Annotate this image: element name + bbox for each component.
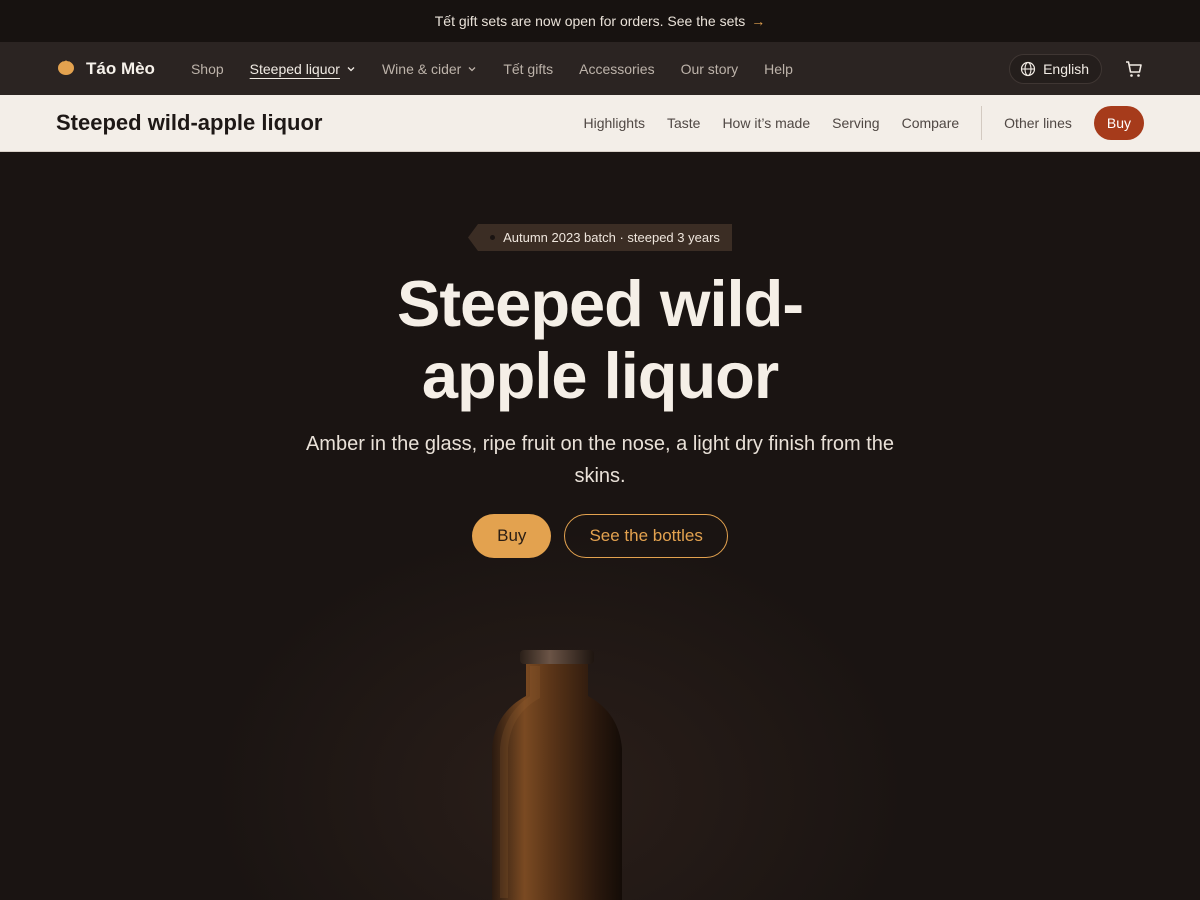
batch-tag: Autumn 2023 batch · steeped 3 years [468,224,732,251]
nav-help[interactable]: Help [764,61,793,77]
chevron-down-icon [468,66,476,71]
hero-cta-row: Buy See the bottles [0,514,1200,558]
see-bottles-button[interactable]: See the bottles [564,514,728,558]
local-nav-how-its-made[interactable]: How it’s made [722,115,810,131]
nav-steeped-liquor[interactable]: Steeped liquor [250,61,356,77]
product-title: Steeped wild-apple liquor [56,110,323,135]
language-button[interactable]: English [1009,53,1102,84]
announcement-bar[interactable]: Tết gift sets are now open for orders. S… [0,0,1200,42]
tag-hole-icon [490,235,496,240]
local-nav-divider [981,106,983,140]
nav-shop[interactable]: Shop [191,61,224,77]
cart-button[interactable] [1124,59,1144,79]
announcement-text[interactable]: Tết gift sets are now open for orders. S… [435,13,746,29]
other-lines-link[interactable]: Other lines [1004,115,1072,131]
product-local-nav: Steeped wild-apple liquor Highlights Tas… [0,95,1200,152]
nav-our-story[interactable]: Our story [681,61,739,77]
nav-tet-gifts[interactable]: Tết gifts [503,61,553,77]
chevron-down-icon [347,66,355,71]
nav-steeped-liquor-label: Steeped liquor [249,60,340,77]
hero-subtitle: Amber in the glass, ripe fruit on the no… [305,433,895,487]
nav-accessories[interactable]: Accessories [579,61,654,77]
hero-title-line-1: Steeped wild- [397,267,804,340]
local-nav-compare[interactable]: Compare [902,115,960,131]
bottle-image [470,648,650,900]
cart-icon [1126,60,1142,77]
brand-logo[interactable]: Táo Mèo [56,56,155,81]
hero-title-line-2: apple liquor [421,339,779,412]
hero-buy-button[interactable]: Buy [472,514,552,558]
global-nav: Táo Mèo Shop Steeped liquor Wine & cider… [0,42,1200,95]
hero-title: Steeped wild- apple liquor [250,268,950,412]
nav-wine-cider-label: Wine & cider [381,60,462,77]
local-nav-taste[interactable]: Taste [667,115,700,131]
local-nav-serving[interactable]: Serving [832,115,879,131]
local-buy-button[interactable]: Buy [1093,106,1144,140]
apple-logo-icon [56,56,76,81]
nav-wine-cider[interactable]: Wine & cider [382,61,477,77]
batch-tag-text: Autumn 2023 batch · steeped 3 years [503,230,720,245]
arrow-right-icon: → [751,13,766,29]
language-label: English [1043,60,1089,77]
globe-icon [1020,61,1036,76]
hero-section: Autumn 2023 batch · steeped 3 years Stee… [0,152,1200,900]
local-nav-highlights[interactable]: Highlights [583,115,644,131]
brand-name: Táo Mèo [86,58,155,78]
